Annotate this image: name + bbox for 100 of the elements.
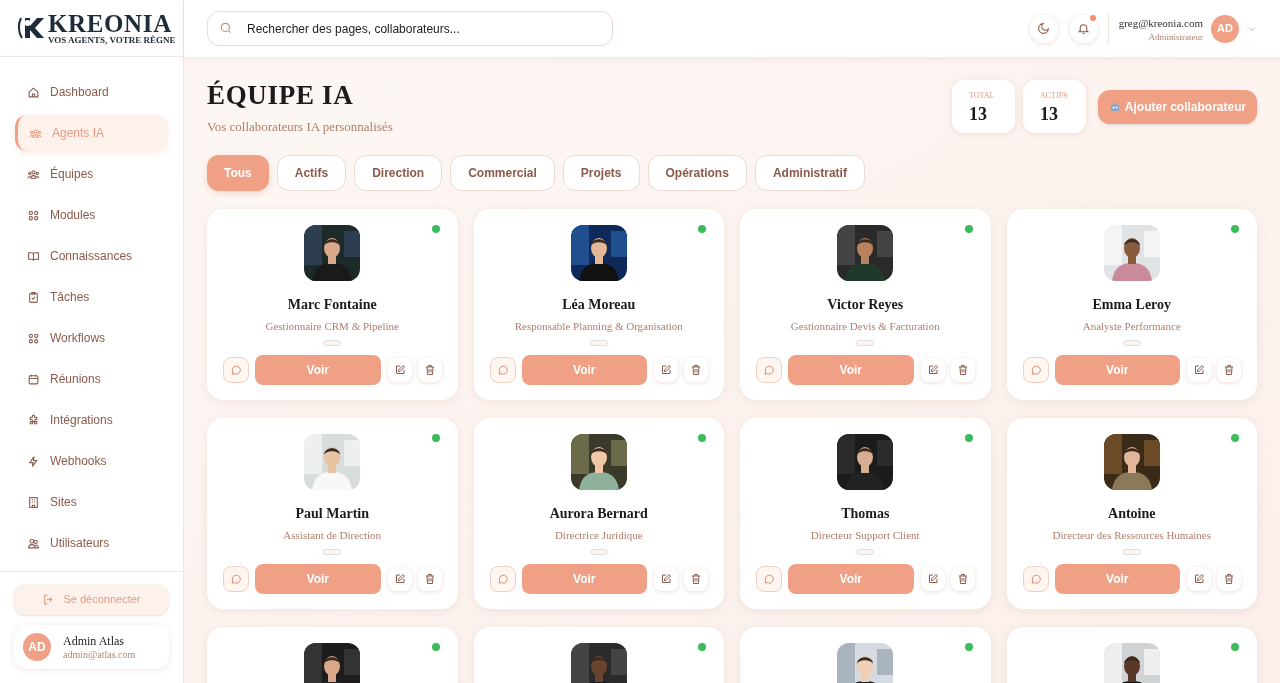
agent-name: Antoine [1108, 504, 1156, 523]
agent-name: Léa Moreau [562, 295, 636, 314]
grid-icon [27, 331, 40, 345]
delete-button[interactable] [950, 566, 975, 591]
chat-icon [1029, 572, 1042, 585]
trash-icon [423, 363, 436, 376]
delete-button[interactable] [950, 357, 975, 382]
agent-role: Gestionnaire CRM & Pipeline [265, 318, 399, 334]
trash-icon [1223, 572, 1235, 585]
calendar-icon [27, 372, 40, 386]
stat-value: 13 [1040, 103, 1059, 126]
book-icon [27, 249, 40, 263]
empty-tag [1122, 548, 1141, 555]
sidebar-item[interactable]: Sites [15, 484, 168, 520]
filter-tab[interactable]: Actifs [276, 154, 347, 191]
delete-button[interactable] [1217, 357, 1241, 382]
empty-tag [856, 339, 875, 346]
people-icon [27, 536, 40, 550]
edit-icon [393, 363, 406, 376]
filter-tab[interactable]: Opérations [647, 154, 747, 191]
notifications-button[interactable] [1069, 14, 1098, 43]
agent-role: Directeur Support Client [810, 527, 920, 543]
agent-role: Responsable Planning & Organisation [514, 318, 683, 334]
delete-button[interactable] [1217, 566, 1241, 591]
logout-icon [42, 593, 56, 606]
edit-icon [1193, 572, 1205, 585]
delete-button[interactable] [684, 566, 708, 591]
users-icon [27, 167, 40, 181]
users-icon [29, 126, 42, 140]
search-field[interactable]: Rechercher des pages, collaborateurs... [207, 11, 613, 46]
edit-button[interactable] [654, 357, 678, 382]
agent-role: Analyste Performance [1082, 318, 1181, 334]
user-email: greg@kreonia.com [1118, 15, 1203, 31]
agent-role: Directeur des Ressources Humaines [1052, 527, 1211, 543]
sidebar-item[interactable]: Modules [15, 197, 168, 233]
page-subtitle: Vos collaborateurs IA personnalisés [207, 118, 393, 136]
agent-role: Assistant de Direction [283, 527, 382, 543]
stat-value: 13 [969, 103, 988, 126]
edit-icon [926, 572, 939, 585]
edit-button[interactable] [920, 357, 945, 382]
agent-name: Marc Fontaine [287, 295, 377, 314]
filter-tab[interactable]: Commercial [450, 154, 555, 191]
sidebar-item[interactable]: Utilisateurs [15, 525, 168, 561]
edit-button[interactable] [920, 566, 945, 591]
empty-tag [589, 339, 608, 346]
agent-name: Emma Leroy [1092, 295, 1172, 314]
trash-icon [423, 572, 436, 585]
page-title: ÉQUIPE IA [207, 79, 355, 111]
account-name: Admin Atlas [63, 633, 125, 649]
sidebar-item[interactable]: Webhooks [15, 443, 168, 479]
delete-button[interactable] [684, 357, 708, 382]
filter-tab[interactable]: Projets [562, 154, 640, 191]
sidebar-item[interactable]: Intégrations [15, 402, 168, 438]
search-icon [219, 21, 233, 35]
bolt-icon [27, 454, 40, 468]
chat-icon [230, 363, 242, 376]
sidebar-item[interactable]: Tâches [15, 279, 168, 315]
chat-icon [496, 572, 509, 585]
edit-icon [926, 363, 939, 376]
trash-icon [956, 572, 969, 585]
trash-icon [956, 363, 969, 376]
sidebar-item[interactable]: Dashboard [15, 74, 168, 110]
stat-label: ACTIFS [1040, 90, 1069, 102]
chat-icon [763, 572, 775, 585]
filter-tab[interactable]: Direction [354, 154, 443, 191]
delete-button[interactable] [417, 566, 442, 591]
sidebar-item[interactable]: Connaissances [15, 238, 168, 274]
building-icon [27, 495, 40, 509]
agent-role: Gestionnaire Devis & Facturation [790, 318, 940, 334]
edit-button[interactable] [654, 566, 678, 591]
sidebar-item[interactable]: Workflows [15, 320, 168, 356]
empty-tag [1122, 339, 1141, 346]
sidebar-item[interactable]: Équipes [15, 156, 168, 192]
stat-label: TOTAL [969, 90, 996, 102]
agent-name: Aurora Bernard [549, 504, 648, 523]
chat-icon [1029, 363, 1042, 376]
edit-button[interactable] [387, 357, 412, 382]
empty-tag [323, 339, 342, 346]
agent-role: Directrice Juridique [554, 527, 643, 543]
user-role: Administrateur [1148, 30, 1203, 43]
bell-icon [1077, 22, 1091, 35]
edit-icon [1193, 363, 1205, 376]
empty-tag [323, 548, 342, 555]
chat-icon [496, 363, 509, 376]
dark-mode-button[interactable] [1029, 14, 1058, 43]
filter-tab[interactable]: Administratif [754, 154, 865, 191]
puzzle-icon [27, 413, 40, 427]
edit-icon [660, 572, 672, 585]
trash-icon [690, 572, 702, 585]
empty-tag [856, 548, 875, 555]
sidebar-item[interactable]: Réunions [15, 361, 168, 397]
edit-button[interactable] [1187, 357, 1211, 382]
chat-icon [763, 363, 775, 376]
edit-button[interactable] [1187, 566, 1211, 591]
chat-icon [230, 572, 242, 585]
edit-button[interactable] [387, 566, 412, 591]
delete-button[interactable] [417, 357, 442, 382]
edit-icon [393, 572, 406, 585]
empty-tag [589, 548, 608, 555]
agent-name: Paul Martin [295, 504, 369, 523]
